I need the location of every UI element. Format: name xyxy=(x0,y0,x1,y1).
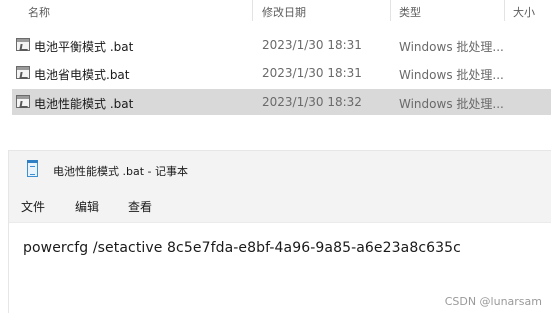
batch-file-icon xyxy=(16,66,30,79)
sort-chevron-up-icon: ^ xyxy=(142,0,150,6)
menu-edit[interactable]: 编辑 xyxy=(75,198,99,215)
file-name: 电池性能模式 .bat xyxy=(34,97,134,111)
editor-content[interactable]: powercfg /setactive 8c5e7fda-e8bf-4a96-9… xyxy=(23,240,461,256)
column-header-type[interactable]: 类型 xyxy=(399,4,421,20)
column-divider[interactable] xyxy=(390,0,391,21)
file-type: Windows 批处理... xyxy=(399,68,504,82)
column-header-modified[interactable]: 修改日期 xyxy=(262,4,306,20)
file-row[interactable]: 电池省电模式.bat 2023/1/30 18:31 Windows 批处理..… xyxy=(12,60,551,86)
file-name: 电池省电模式.bat xyxy=(34,68,130,82)
batch-file-icon xyxy=(16,95,30,108)
batch-file-icon xyxy=(16,38,30,51)
menu-file[interactable]: 文件 xyxy=(21,198,45,215)
column-header-size[interactable]: 大小 xyxy=(513,4,535,20)
notepad-window: 电池性能模式 .bat - 记事本 文件 编辑 查看 powercfg /set… xyxy=(8,150,551,313)
notepad-icon xyxy=(27,160,38,177)
watermark: CSDN @lunarsam xyxy=(444,295,542,308)
menu-bar: 文件 编辑 查看 xyxy=(9,187,551,223)
file-modified-date: 2023/1/30 18:31 xyxy=(262,66,362,80)
column-header-name[interactable]: 名称 xyxy=(28,4,50,20)
file-row[interactable]: 电池平衡模式 .bat 2023/1/30 18:31 Windows 批处理.… xyxy=(12,32,551,58)
text-editor-area[interactable]: powercfg /setactive 8c5e7fda-e8bf-4a96-9… xyxy=(9,224,551,313)
file-modified-date: 2023/1/30 18:32 xyxy=(262,95,362,109)
window-title: 电池性能模式 .bat - 记事本 xyxy=(53,165,188,178)
file-explorer-list: 名称 ^ 修改日期 类型 大小 电池平衡模式 .bat 2023/1/30 18… xyxy=(0,0,551,140)
notepad-titlebar[interactable]: 电池性能模式 .bat - 记事本 xyxy=(9,151,551,187)
column-divider[interactable] xyxy=(252,0,253,21)
file-type: Windows 批处理... xyxy=(399,40,504,54)
menu-view[interactable]: 查看 xyxy=(128,198,152,215)
file-name: 电池平衡模式 .bat xyxy=(34,40,134,54)
file-modified-date: 2023/1/30 18:31 xyxy=(262,38,362,52)
file-type: Windows 批处理... xyxy=(399,97,504,111)
column-header-row: 名称 ^ 修改日期 类型 大小 xyxy=(0,0,551,22)
file-row-selected[interactable]: 电池性能模式 .bat 2023/1/30 18:32 Windows 批处理.… xyxy=(12,89,551,115)
column-divider[interactable] xyxy=(504,0,505,21)
